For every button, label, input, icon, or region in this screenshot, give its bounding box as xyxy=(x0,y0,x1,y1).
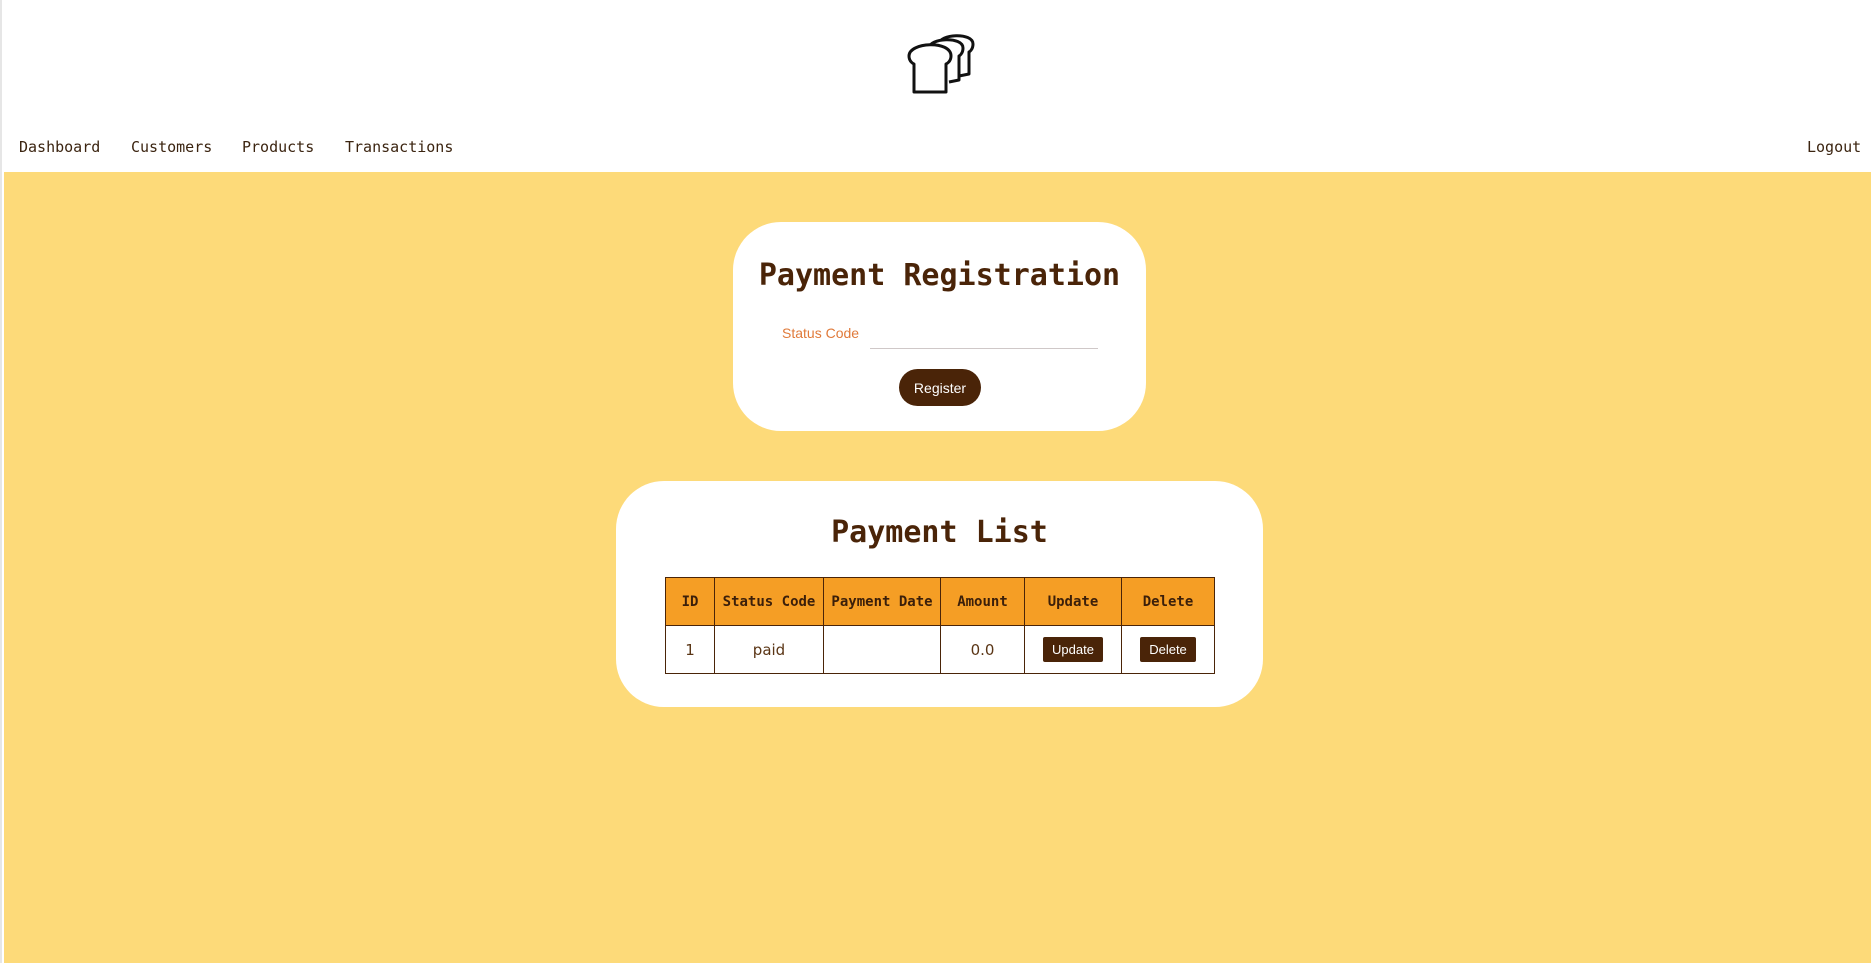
status-code-label: Status Code xyxy=(782,325,860,341)
header-update: Update xyxy=(1024,577,1122,626)
nav-logout[interactable]: Logout xyxy=(1807,138,1861,156)
table-row: 1 paid 0.0 Update Delete xyxy=(665,625,1215,674)
cell-delete: Delete xyxy=(1121,625,1215,674)
cell-update: Update xyxy=(1024,625,1122,674)
delete-button[interactable]: Delete xyxy=(1140,637,1196,662)
list-title: Payment List xyxy=(831,515,1048,550)
status-code-input[interactable] xyxy=(870,320,1098,349)
header-status-code: Status Code xyxy=(714,577,824,626)
table-header-row: ID Status Code Payment Date Amount Updat… xyxy=(665,577,1215,626)
register-button[interactable]: Register xyxy=(899,369,981,406)
nav-products[interactable]: Products xyxy=(242,138,314,156)
app-frame: Dashboard Customers Products Transaction… xyxy=(0,0,1871,963)
cell-amount: 0.0 xyxy=(940,625,1025,674)
header-payment-date: Payment Date xyxy=(823,577,941,626)
header-delete: Delete xyxy=(1121,577,1215,626)
header-amount: Amount xyxy=(940,577,1025,626)
cell-payment-date xyxy=(823,625,941,674)
bread-loaves-icon xyxy=(907,34,975,94)
header: Dashboard Customers Products Transaction… xyxy=(2,0,1871,172)
payments-table: ID Status Code Payment Date Amount Updat… xyxy=(665,577,1215,674)
cell-id: 1 xyxy=(665,625,715,674)
nav-transactions[interactable]: Transactions xyxy=(345,138,453,156)
registration-title: Payment Registration xyxy=(758,258,1121,293)
header-id: ID xyxy=(665,577,715,626)
payment-list-card: Payment List ID Status Code Payment Date… xyxy=(616,481,1263,707)
nav-dashboard[interactable]: Dashboard xyxy=(19,138,100,156)
cell-status-code: paid xyxy=(714,625,824,674)
payment-registration-card: Payment Registration Status Code Registe… xyxy=(733,222,1146,431)
nav-customers[interactable]: Customers xyxy=(131,138,212,156)
update-button[interactable]: Update xyxy=(1043,637,1103,662)
